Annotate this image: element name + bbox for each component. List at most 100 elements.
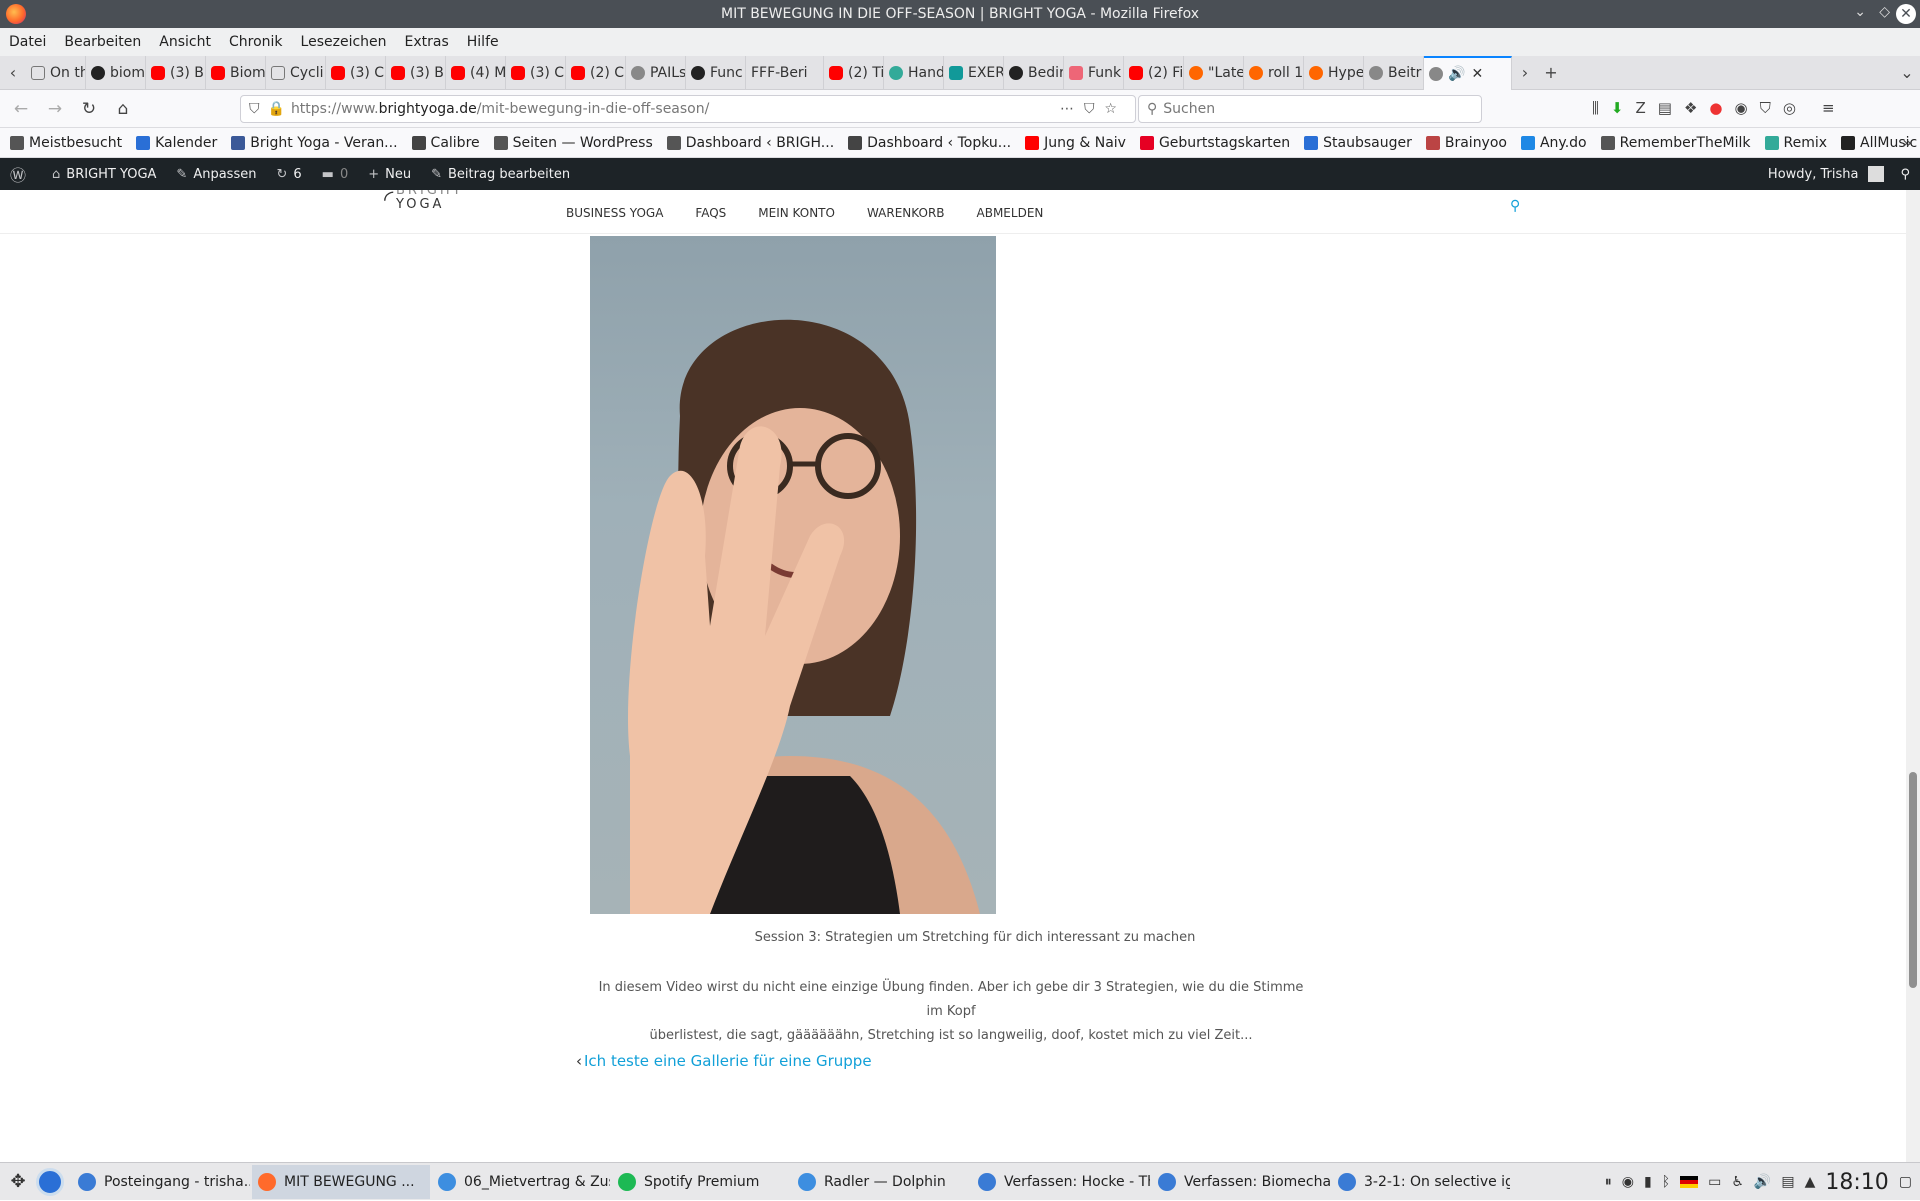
wp-edit-post-link[interactable]: ✎ Beitrag bearbeiten (421, 167, 580, 182)
site-search-icon[interactable]: ⚲ (1510, 198, 1520, 214)
bookmark-item[interactable]: Kalender (136, 135, 217, 151)
tab-audio-icon[interactable]: 🔊 (1448, 66, 1465, 82)
avatar[interactable] (1868, 166, 1885, 182)
previous-post-link[interactable]: ‹ Ich teste eine Gallerie für eine Gruppe (576, 1052, 872, 1070)
usb-icon[interactable]: ▮ (1644, 1174, 1652, 1190)
tab[interactable]: Biom (206, 55, 266, 90)
account-icon[interactable]: ◎ (1783, 99, 1796, 117)
taskbar-task[interactable]: Radler — Dolphin (792, 1165, 970, 1199)
bookmark-item[interactable]: Dashboard ‹ BRIGH... (666, 135, 834, 151)
bookmark-item[interactable]: Seiten — WordPress (493, 135, 653, 151)
taskbar-task[interactable]: MIT BEWEGUNG ... (252, 1164, 430, 1199)
wp-search-icon[interactable]: ⚲ (1900, 167, 1910, 182)
close-window-button[interactable]: ✕ (1896, 4, 1916, 24)
scrollbar-thumb[interactable] (1909, 772, 1917, 988)
tab[interactable]: EXER (944, 55, 1004, 90)
tab[interactable]: (2) C (566, 55, 626, 90)
bookmark-item[interactable]: Dashboard ‹ Topku... (848, 135, 1011, 151)
nav-warenkorb[interactable]: WARENKORB (867, 206, 945, 220)
forward-icon[interactable]: → (38, 99, 72, 119)
scroll-tabs-right-icon[interactable]: › (1512, 63, 1538, 82)
extension-icon[interactable]: ❖ (1684, 99, 1697, 117)
display-icon[interactable]: ▭ (1708, 1174, 1721, 1190)
clipboard-icon[interactable]: ▤ (1781, 1174, 1794, 1190)
tab[interactable]: Funk (1064, 55, 1124, 90)
tab[interactable]: Beitr (1364, 55, 1424, 90)
app-launcher-icon[interactable]: ✥ (0, 1171, 36, 1192)
tab[interactable]: (2) Fi (1124, 55, 1184, 90)
menu-bearbeiten[interactable]: Bearbeiten (55, 34, 150, 50)
download-icon[interactable]: ⬇ (1611, 99, 1624, 117)
wordpress-logo-icon[interactable]: Ⓦ (0, 162, 42, 186)
video-player[interactable] (590, 236, 996, 914)
tracking-shield-icon[interactable]: ⛉ (249, 101, 260, 117)
tab-active[interactable]: 🔊 ✕ (1424, 55, 1512, 90)
bookmark-item[interactable]: Meistbesucht (10, 135, 122, 151)
wp-site-link[interactable]: ⌂ BRIGHT YOGA (42, 167, 166, 182)
tab[interactable]: (3) C (506, 55, 566, 90)
nav-faqs[interactable]: FAQS (695, 206, 726, 220)
menu-extras[interactable]: Extras (396, 34, 458, 50)
tab[interactable]: biom (86, 55, 146, 90)
tab[interactable]: FFF-Beri (746, 55, 824, 90)
library-icon[interactable]: ⫼ (1592, 99, 1599, 117)
zotero-icon[interactable]: Z (1635, 99, 1645, 117)
menu-chronik[interactable]: Chronik (220, 34, 292, 50)
taskbar-task[interactable]: Verfassen: Hocke - Th... (972, 1165, 1150, 1199)
bookmark-item[interactable]: Staubsauger (1304, 135, 1412, 151)
menu-lesezeichen[interactable]: Lesezeichen (292, 34, 396, 50)
tray-expand-icon[interactable]: ▲ (1805, 1174, 1816, 1190)
bookmark-item[interactable]: Bright Yoga - Veran... (231, 135, 398, 151)
accessibility-icon[interactable]: ♿ (1731, 1174, 1744, 1190)
taskbar-task[interactable]: Posteingang - trisha... (72, 1165, 250, 1199)
menu-datei[interactable]: Datei (0, 34, 55, 50)
tab[interactable]: Cycli (266, 55, 326, 90)
bookmark-item[interactable]: Any.do (1520, 135, 1587, 151)
menu-ansicht[interactable]: Ansicht (150, 34, 220, 50)
pocket-icon[interactable]: ● (1709, 99, 1722, 117)
list-all-tabs-icon[interactable]: ⌄ (1894, 63, 1920, 82)
scroll-tabs-left-icon[interactable]: ‹ (0, 63, 26, 82)
page-actions-icons[interactable]: ⋯⛉☆ (1060, 101, 1127, 117)
media-icon[interactable]: ⏸ (1605, 1174, 1612, 1190)
taskbar-task[interactable]: 3-2-1: On selective ig... (1332, 1165, 1510, 1199)
tab[interactable]: On th (26, 55, 86, 90)
tab[interactable]: (4) M (446, 55, 506, 90)
wp-customize-link[interactable]: ✎ Anpassen (166, 167, 266, 182)
url-bar[interactable]: ⛉ 🔒 https://www. brightyoga.de/mit-bewegu… (240, 95, 1136, 123)
nav-abmelden[interactable]: ABMELDEN (977, 206, 1044, 220)
tab[interactable]: (2) Ti (824, 55, 884, 90)
tab[interactable]: roll 1 (1244, 55, 1304, 90)
nav-mein-konto[interactable]: MEIN KONTO (758, 206, 835, 220)
bookmark-item[interactable]: Brainyoo (1425, 135, 1507, 151)
wp-howdy[interactable]: Howdy, Trisha (1768, 167, 1859, 182)
privacy-icon[interactable]: ⛉ (1760, 99, 1771, 117)
bookmark-item[interactable]: Calibre (411, 135, 480, 151)
reader-view-icon[interactable]: ▤ (1658, 99, 1672, 117)
lock-icon[interactable]: 🔒 (268, 101, 285, 117)
reload-icon[interactable]: ↻ (72, 99, 106, 119)
bookmark-item[interactable]: Remix (1764, 135, 1827, 151)
bookmark-item[interactable]: Geburtstagskarten (1139, 135, 1290, 151)
check-icon[interactable]: ◉ (1735, 99, 1748, 117)
tab[interactable]: (3) C (326, 55, 386, 90)
tab[interactable]: "Late (1184, 55, 1244, 90)
search-bar[interactable]: ⚲ Suchen (1138, 95, 1482, 123)
home-icon[interactable]: ⌂ (106, 99, 140, 119)
bluetooth-icon[interactable]: ᛒ (1662, 1174, 1670, 1190)
chromium-icon[interactable] (36, 1167, 64, 1196)
tab[interactable]: Bedir (1004, 55, 1064, 90)
maximize-icon[interactable]: ◇ (1879, 4, 1890, 20)
taskbar-task[interactable]: 06_Mietvertrag & Zus... (432, 1165, 610, 1199)
bookmark-item[interactable]: RememberTheMilk (1600, 135, 1751, 151)
tab[interactable]: Func (686, 55, 746, 90)
site-logo[interactable]: ◜ BRIGHT YOGA (384, 190, 464, 212)
clock[interactable]: 18:10 (1825, 1170, 1888, 1195)
tab-close-icon[interactable]: ✕ (1471, 66, 1483, 82)
minimize-icon[interactable]: ⌄ (1854, 4, 1866, 20)
more-bookmarks-icon[interactable]: » (1902, 133, 1912, 152)
keyboard-layout-icon[interactable] (1680, 1176, 1699, 1188)
taskbar-task[interactable]: Spotify Premium (612, 1165, 790, 1199)
menu-hamburger-icon[interactable]: ≡ (1822, 99, 1835, 117)
tab[interactable]: Hype (1304, 55, 1364, 90)
